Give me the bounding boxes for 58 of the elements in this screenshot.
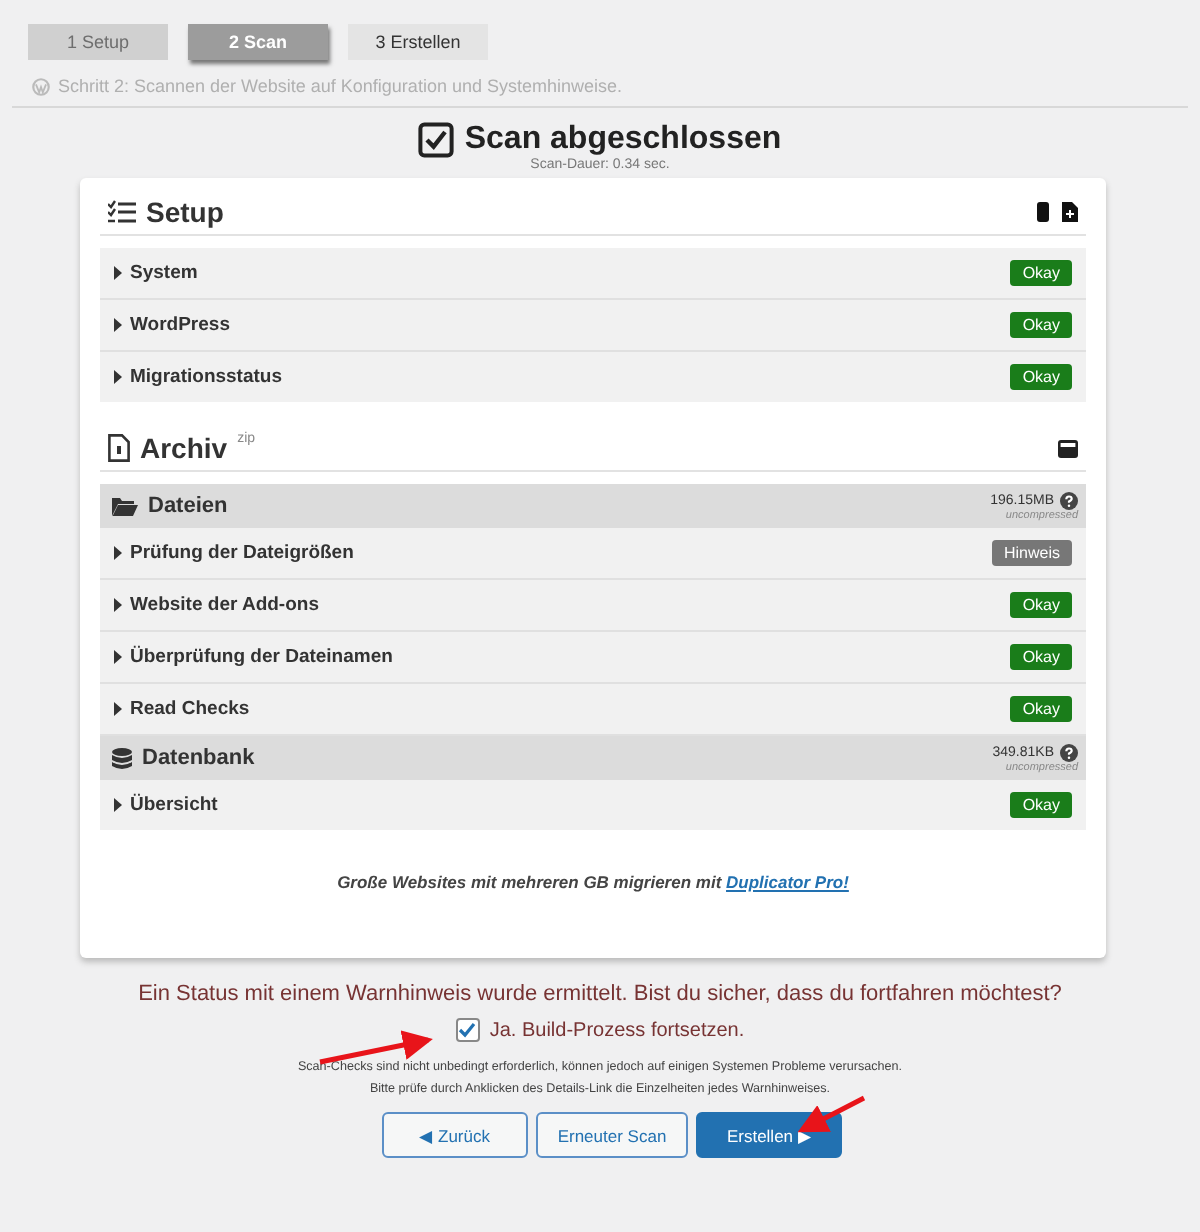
status-badge: Okay bbox=[1010, 312, 1072, 338]
caret-icon bbox=[114, 546, 122, 560]
row-label: WordPress bbox=[130, 314, 230, 336]
step-description: Schritt 2: Scannen der Website auf Konfiguration und Systemhinweise. bbox=[58, 76, 622, 96]
promo-text: Große Websites mit mehreren GB migrieren mit Duplicator Pro! bbox=[337, 872, 849, 892]
section-title: Archiv bbox=[140, 432, 228, 464]
check-row[interactable]: Übersicht Okay bbox=[100, 780, 1086, 830]
status-badge: Okay bbox=[1010, 260, 1072, 286]
confirm-label: Ja. Build-Prozess fortsetzen. bbox=[489, 1019, 745, 1041]
section-title: Setup bbox=[146, 196, 224, 228]
step-tab[interactable]: 3 Erstellen bbox=[348, 24, 488, 60]
window-icon bbox=[1058, 439, 1078, 457]
archive-format: zip bbox=[237, 432, 256, 446]
caret-icon bbox=[114, 798, 122, 812]
action-button[interactable]: Erneuter Scan bbox=[535, 1112, 689, 1158]
status-badge: Okay bbox=[1010, 696, 1072, 722]
check-row[interactable]: Überprüfung der Dateinamen Okay bbox=[100, 632, 1086, 684]
folder-icon bbox=[112, 495, 138, 517]
row-label: Read Checks bbox=[130, 698, 250, 720]
row-label: Migrationsstatus bbox=[130, 366, 283, 388]
status-badge: Hinweis bbox=[991, 540, 1072, 566]
caret-icon bbox=[114, 266, 122, 280]
database-icon bbox=[112, 747, 132, 769]
action-button[interactable]: ◀ Zurück bbox=[381, 1112, 528, 1158]
confirm-checkbox[interactable] bbox=[455, 1018, 480, 1042]
check-row[interactable]: WordPress Okay bbox=[100, 300, 1086, 352]
status-badge: Okay bbox=[1010, 792, 1072, 818]
row-label: Website der Add-ons bbox=[130, 594, 319, 616]
server-icon bbox=[1036, 202, 1050, 222]
check-row[interactable]: Website der Add-ons Okay bbox=[100, 580, 1086, 632]
row-label: System bbox=[130, 262, 198, 284]
caret-icon bbox=[114, 702, 122, 716]
check-row[interactable]: Prüfung der Dateigrößen Hinweis bbox=[100, 528, 1086, 580]
wordpress-icon bbox=[32, 77, 50, 95]
check-row[interactable]: System Okay bbox=[100, 248, 1086, 300]
status-badge: Okay bbox=[1010, 592, 1072, 618]
annotation-arrow bbox=[319, 1030, 433, 1065]
row-label: Prüfung der Dateigrößen bbox=[130, 542, 354, 564]
status-badge: Okay bbox=[1010, 644, 1072, 670]
zip-file-icon bbox=[108, 434, 130, 462]
caret-icon bbox=[114, 318, 122, 332]
file-icon bbox=[1062, 202, 1078, 222]
check-row[interactable]: Migrationsstatus Okay bbox=[100, 352, 1086, 402]
promo-link[interactable]: Duplicator Pro! bbox=[726, 872, 849, 892]
row-label: Überprüfung der Dateinamen bbox=[130, 646, 393, 668]
row-label: Übersicht bbox=[130, 794, 218, 816]
group-title: Dateien bbox=[148, 494, 228, 518]
caret-icon bbox=[114, 598, 122, 612]
annotation-arrow bbox=[797, 1095, 866, 1133]
status-badge: Okay bbox=[1010, 364, 1072, 390]
help-icon bbox=[1060, 743, 1078, 761]
caret-icon bbox=[114, 650, 122, 664]
help-icon bbox=[1060, 491, 1078, 509]
page-title: Scan abgeschlossen bbox=[464, 122, 782, 158]
group-title: Datenbank bbox=[142, 746, 255, 770]
checklist-icon bbox=[108, 200, 136, 224]
warning-text: Ein Status mit einem Warnhinweis wurde ermittelt. Bist du sicher, dass du fortfahren möchtest? bbox=[136, 982, 1064, 1006]
caret-icon bbox=[114, 370, 122, 384]
